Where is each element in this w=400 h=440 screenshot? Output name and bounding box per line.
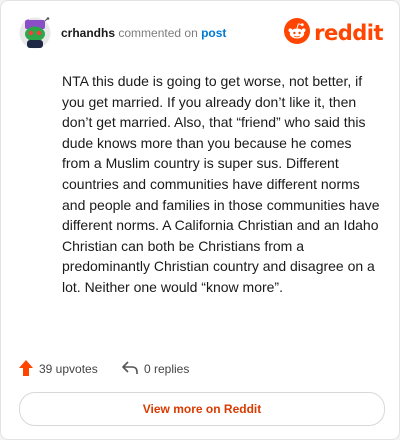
upvote-arrow-icon [19,359,33,379]
post-link[interactable]: post [201,26,226,40]
comment-body: NTA this dude is going to get worse, not… [62,73,380,295]
comment-footer: 39 upvotes 0 replies [19,357,319,381]
comment-byline: crhandhs commented on post [61,26,226,40]
reply-arrow-icon [122,360,138,378]
view-more-on-reddit-button[interactable]: View more on Reddit [19,392,385,426]
reddit-logo-icon [284,17,311,49]
reddit-comment-card: crhandhs commented on post reddit NTA th… [0,0,400,440]
comment-header: crhandhs commented on post reddit [19,17,385,51]
replies-button[interactable]: 0 replies [122,357,189,381]
snoo-avatar-icon[interactable] [19,17,51,49]
upvote-count: 39 upvotes [39,362,98,376]
reddit-wordmark: reddit [314,21,383,45]
username-link[interactable]: crhandhs [61,26,115,40]
byline-connector-text: commented on [118,26,198,40]
reddit-brand-logo[interactable]: reddit [284,17,383,49]
replies-count: 0 replies [144,362,190,376]
upvote-button[interactable]: 39 upvotes [19,357,98,381]
